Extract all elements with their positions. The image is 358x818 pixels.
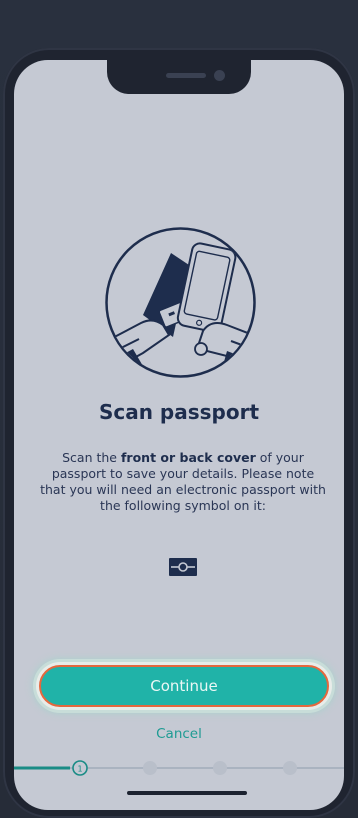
- front-camera: [214, 70, 225, 81]
- epassport-chip-icon: [169, 558, 197, 576]
- continue-button[interactable]: Continue: [39, 665, 329, 707]
- scan-instructions: Scan the front or back cover of your pas…: [40, 450, 326, 514]
- instructions-prefix: Scan the: [62, 450, 121, 465]
- continue-button-focus-ring: Continue: [36, 662, 332, 710]
- step-2: [143, 761, 157, 775]
- home-indicator[interactable]: [127, 791, 247, 795]
- step-4: [283, 761, 297, 775]
- scan-passport-illustration-icon: [105, 227, 256, 378]
- step-1: 1: [72, 760, 88, 776]
- speaker-grille: [166, 73, 206, 78]
- page-title: Scan passport: [98, 400, 260, 424]
- step-1-label: 1: [77, 765, 82, 774]
- step-3: [213, 761, 227, 775]
- step-progress-indicator: 1: [14, 760, 344, 776]
- continue-button-label: Continue: [150, 677, 218, 695]
- cancel-link[interactable]: Cancel: [0, 726, 358, 742]
- instructions-emphasis: front or back cover: [120, 450, 256, 465]
